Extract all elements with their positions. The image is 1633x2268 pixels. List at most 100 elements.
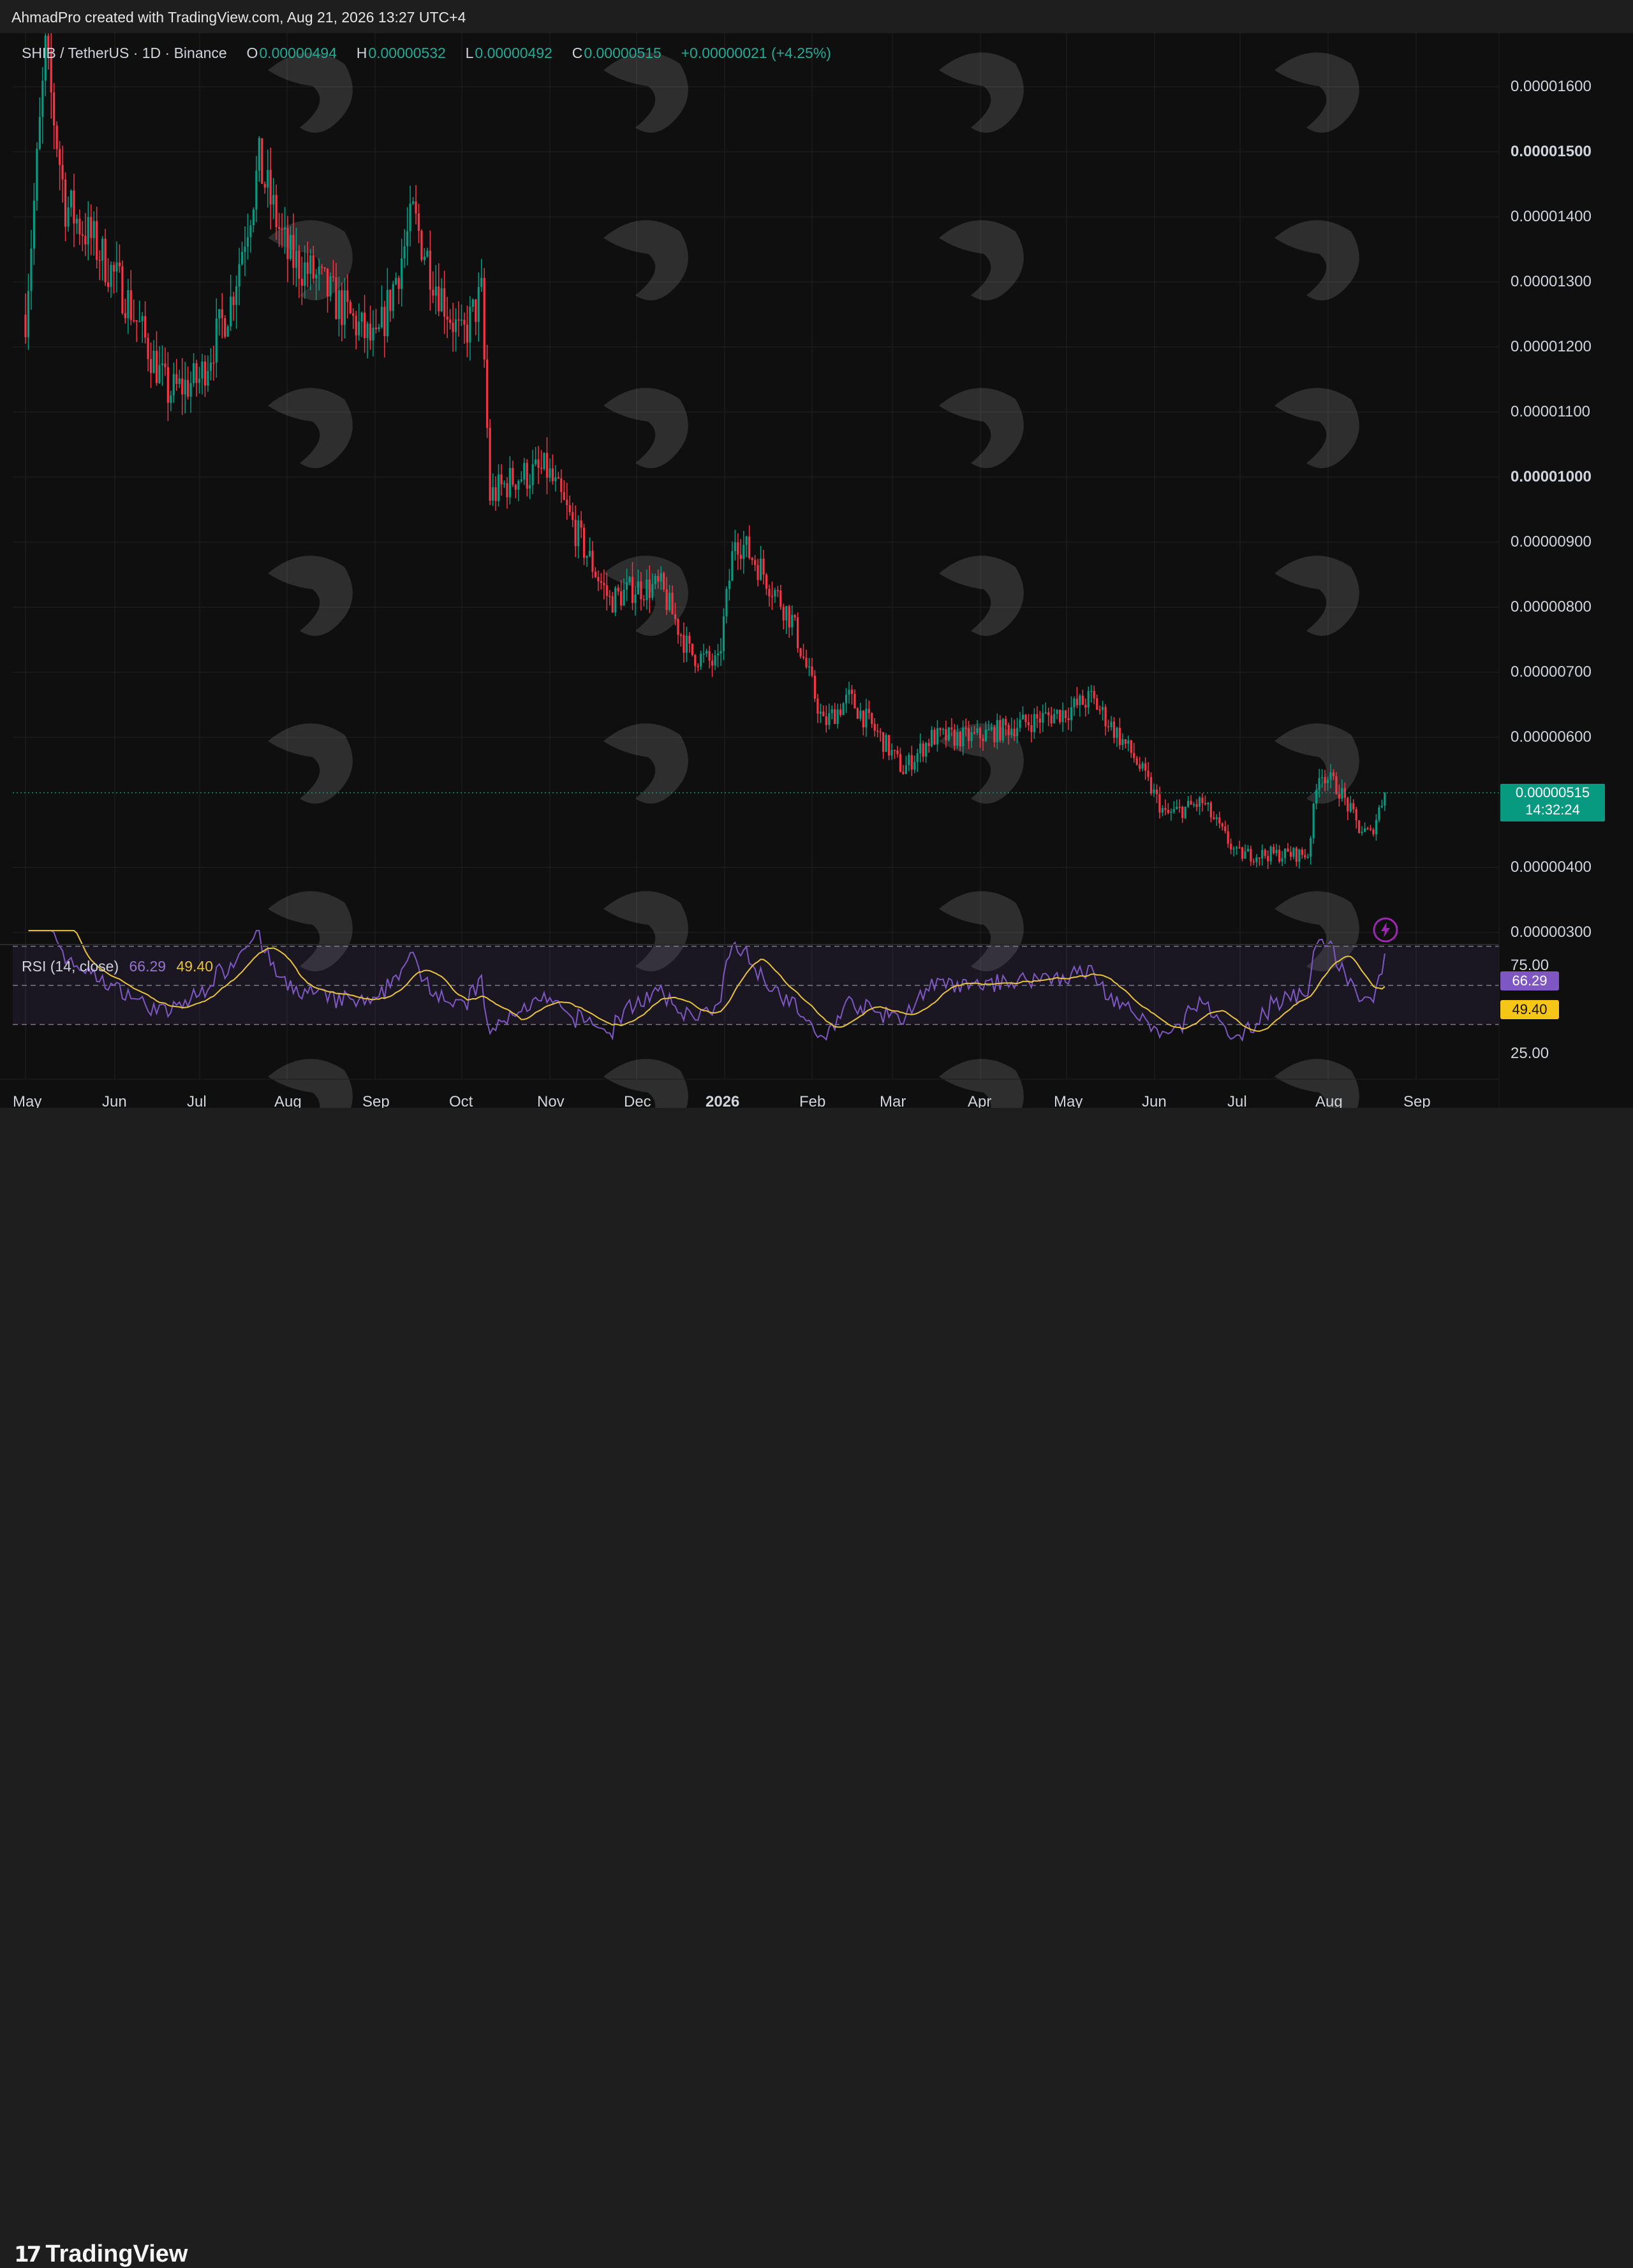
candle-body bbox=[762, 558, 765, 575]
candle-body bbox=[1318, 778, 1320, 790]
candle-body bbox=[78, 218, 81, 235]
candle-body bbox=[942, 729, 945, 730]
candle-body bbox=[406, 231, 409, 247]
candle-body bbox=[61, 165, 64, 180]
last-price-value: 0.00000515 bbox=[1515, 784, 1590, 800]
candle-body bbox=[1295, 848, 1297, 862]
candle-body bbox=[1232, 848, 1235, 850]
candle-body bbox=[104, 239, 107, 283]
lightning-icon[interactable] bbox=[1371, 916, 1400, 944]
watermark-logo bbox=[1275, 388, 1359, 468]
candle-body bbox=[1230, 843, 1232, 850]
candle-body bbox=[155, 350, 158, 383]
top-bar: AhmadPro created with TradingView.com, A… bbox=[0, 0, 1633, 33]
candle-body bbox=[660, 573, 662, 582]
price-axis-label: 0.00001600 bbox=[1511, 78, 1592, 95]
candle-body bbox=[526, 462, 528, 489]
candle-body bbox=[640, 581, 642, 600]
candle-body bbox=[933, 730, 936, 745]
candle-body bbox=[161, 363, 164, 365]
candle-body bbox=[1093, 691, 1095, 698]
ohlc-legend[interactable]: SHIB / TetherUS · 1D · Binance O0.000004… bbox=[22, 45, 832, 62]
candle-body bbox=[374, 327, 378, 330]
candle-body bbox=[452, 322, 454, 332]
candle-body bbox=[916, 753, 919, 762]
candle-body bbox=[172, 374, 175, 396]
candle-body bbox=[711, 660, 714, 666]
candle-body bbox=[326, 269, 329, 297]
candle-body bbox=[551, 468, 554, 482]
candle-body bbox=[218, 309, 221, 319]
candle-body bbox=[1061, 711, 1064, 723]
candle-body bbox=[1147, 770, 1149, 777]
candle-body bbox=[774, 590, 776, 597]
candle-body bbox=[1301, 849, 1303, 855]
watermark-logo bbox=[603, 220, 688, 300]
candle-body bbox=[417, 213, 420, 231]
rsi-title[interactable]: RSI (14, close) bbox=[22, 958, 119, 975]
candle-body bbox=[674, 614, 677, 619]
candle-body bbox=[300, 278, 303, 286]
candle-body bbox=[657, 575, 660, 582]
candle-body bbox=[1027, 722, 1030, 726]
watermark-logo bbox=[939, 52, 1024, 133]
candle-body bbox=[990, 727, 993, 730]
chart-area[interactable]: SHIB / TetherUS · 1D · Binance O0.000004… bbox=[0, 33, 1633, 1110]
candle-body bbox=[1355, 809, 1357, 821]
candle-body bbox=[226, 326, 229, 337]
candle-body bbox=[1079, 695, 1081, 705]
candle-body bbox=[221, 309, 223, 318]
candle-body bbox=[609, 596, 611, 597]
candle-body bbox=[1335, 776, 1338, 794]
candle-body bbox=[426, 251, 429, 257]
candle-body bbox=[298, 251, 300, 279]
candle-body bbox=[605, 585, 608, 596]
candle-body bbox=[1267, 856, 1269, 862]
candle-body bbox=[788, 606, 790, 628]
low-label: L bbox=[465, 45, 474, 61]
candle-body bbox=[38, 117, 41, 149]
candle-body bbox=[81, 234, 84, 236]
candle-body bbox=[1096, 698, 1098, 710]
candle-body bbox=[1010, 728, 1013, 735]
candle-body bbox=[588, 550, 591, 556]
candle-body bbox=[1241, 847, 1244, 859]
candle-body bbox=[1102, 707, 1104, 711]
candle-body bbox=[343, 290, 346, 325]
candle-body bbox=[822, 711, 825, 717]
rsi-axis-bottom: 25.00 bbox=[1511, 1045, 1549, 1062]
candle-body bbox=[1019, 719, 1021, 728]
candle-body bbox=[1064, 711, 1067, 718]
candle-body bbox=[1275, 850, 1278, 853]
candle-body bbox=[286, 228, 289, 259]
candle-body bbox=[1024, 714, 1027, 723]
candle-body bbox=[1044, 712, 1047, 714]
candle-body bbox=[283, 228, 286, 230]
candle-body bbox=[856, 708, 859, 719]
candle-body bbox=[896, 750, 899, 755]
rsi-legend[interactable]: RSI (14, close) 66.29 49.40 bbox=[22, 958, 213, 975]
candle-body bbox=[722, 616, 725, 651]
candle-body bbox=[258, 138, 260, 171]
candle-body bbox=[577, 520, 580, 547]
tradingview-logo[interactable]: 17 TradingView bbox=[14, 2241, 188, 2268]
candle-body bbox=[668, 593, 671, 610]
low-value: 0.00000492 bbox=[475, 45, 552, 61]
candle-body bbox=[440, 288, 443, 312]
candle-body bbox=[138, 321, 141, 323]
candle-body bbox=[1073, 698, 1075, 708]
watermark-logo bbox=[1275, 220, 1359, 300]
symbol-label[interactable]: SHIB / TetherUS · 1D · Binance bbox=[22, 45, 227, 61]
price-axis-label: 0.00000800 bbox=[1511, 598, 1592, 615]
candle-body bbox=[523, 462, 526, 480]
candle-body bbox=[1298, 849, 1301, 862]
candle-body bbox=[483, 277, 485, 360]
candle-body bbox=[714, 655, 716, 666]
candle-body bbox=[289, 235, 292, 259]
candle-body bbox=[614, 587, 617, 613]
chart-canvas[interactable] bbox=[0, 33, 1633, 1108]
candle-body bbox=[776, 590, 779, 591]
candle-body bbox=[409, 203, 411, 232]
candle-body bbox=[797, 617, 799, 649]
candle-body bbox=[1278, 850, 1281, 862]
